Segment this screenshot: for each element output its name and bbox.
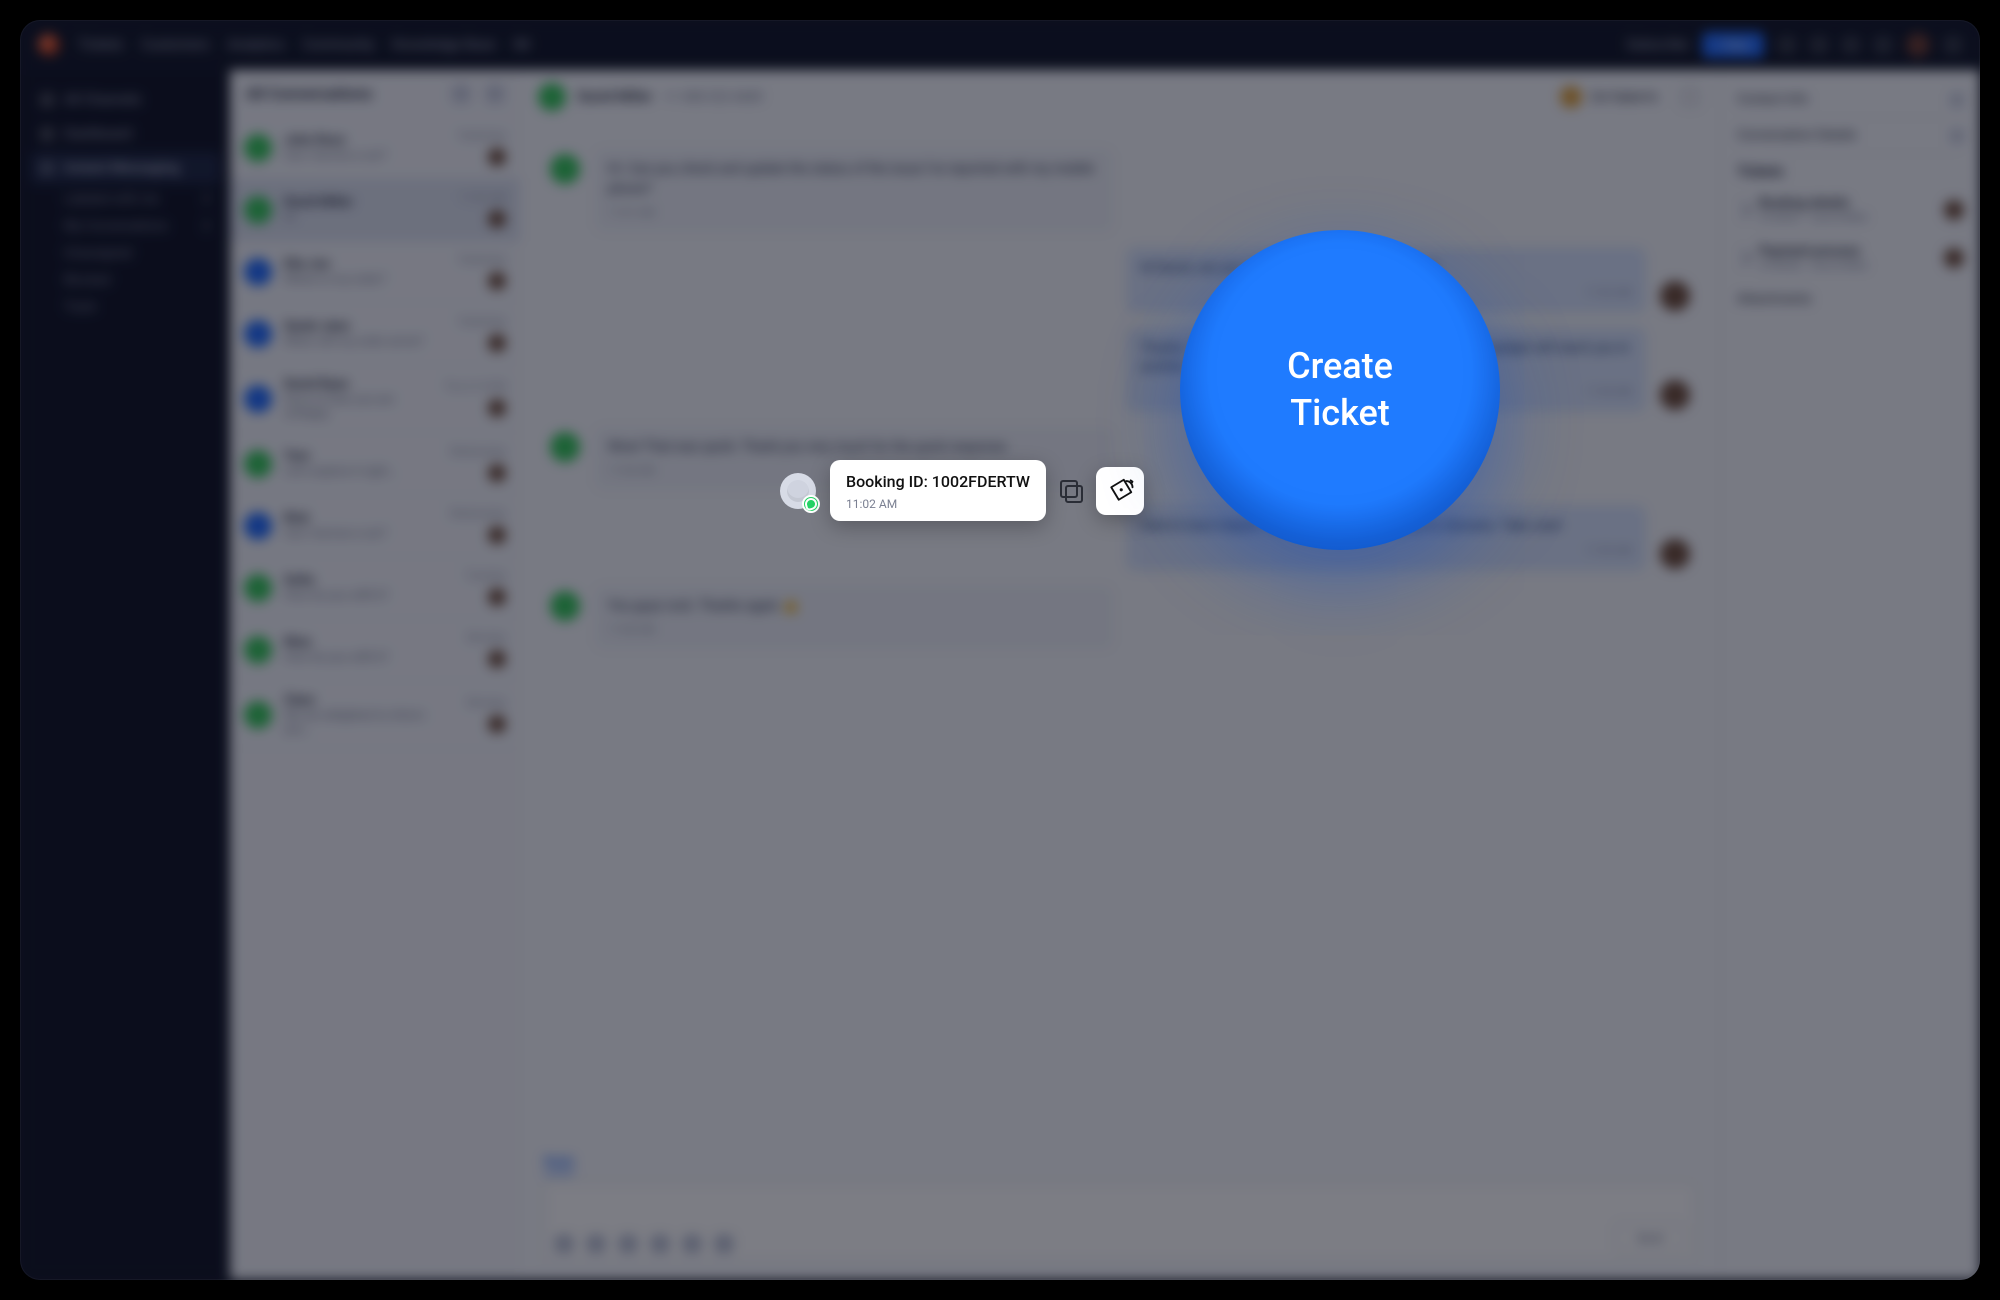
sender-avatar — [780, 473, 816, 509]
coachmark-overlay: Booking ID: 1002FDERTW 11:02 AM Create T… — [20, 20, 1980, 1280]
message-time: 11:02 AM — [846, 497, 1030, 511]
copy-icon[interactable] — [1060, 480, 1082, 502]
dim-layer — [20, 20, 1980, 1280]
message-text: Booking ID: 1002FDERTW — [846, 472, 1030, 491]
highlighted-message-row: Booking ID: 1002FDERTW 11:02 AM — [780, 460, 1144, 521]
highlighted-message-bubble: Booking ID: 1002FDERTW 11:02 AM — [830, 460, 1046, 521]
whatsapp-badge-icon — [802, 495, 820, 513]
coachmark-text: Create Ticket — [1240, 343, 1440, 437]
create-ticket-button[interactable] — [1096, 467, 1144, 515]
coachmark-bubble: Create Ticket — [1180, 230, 1500, 550]
window-frame: Tickets Customers Analytics Community Kn… — [20, 20, 1980, 1280]
